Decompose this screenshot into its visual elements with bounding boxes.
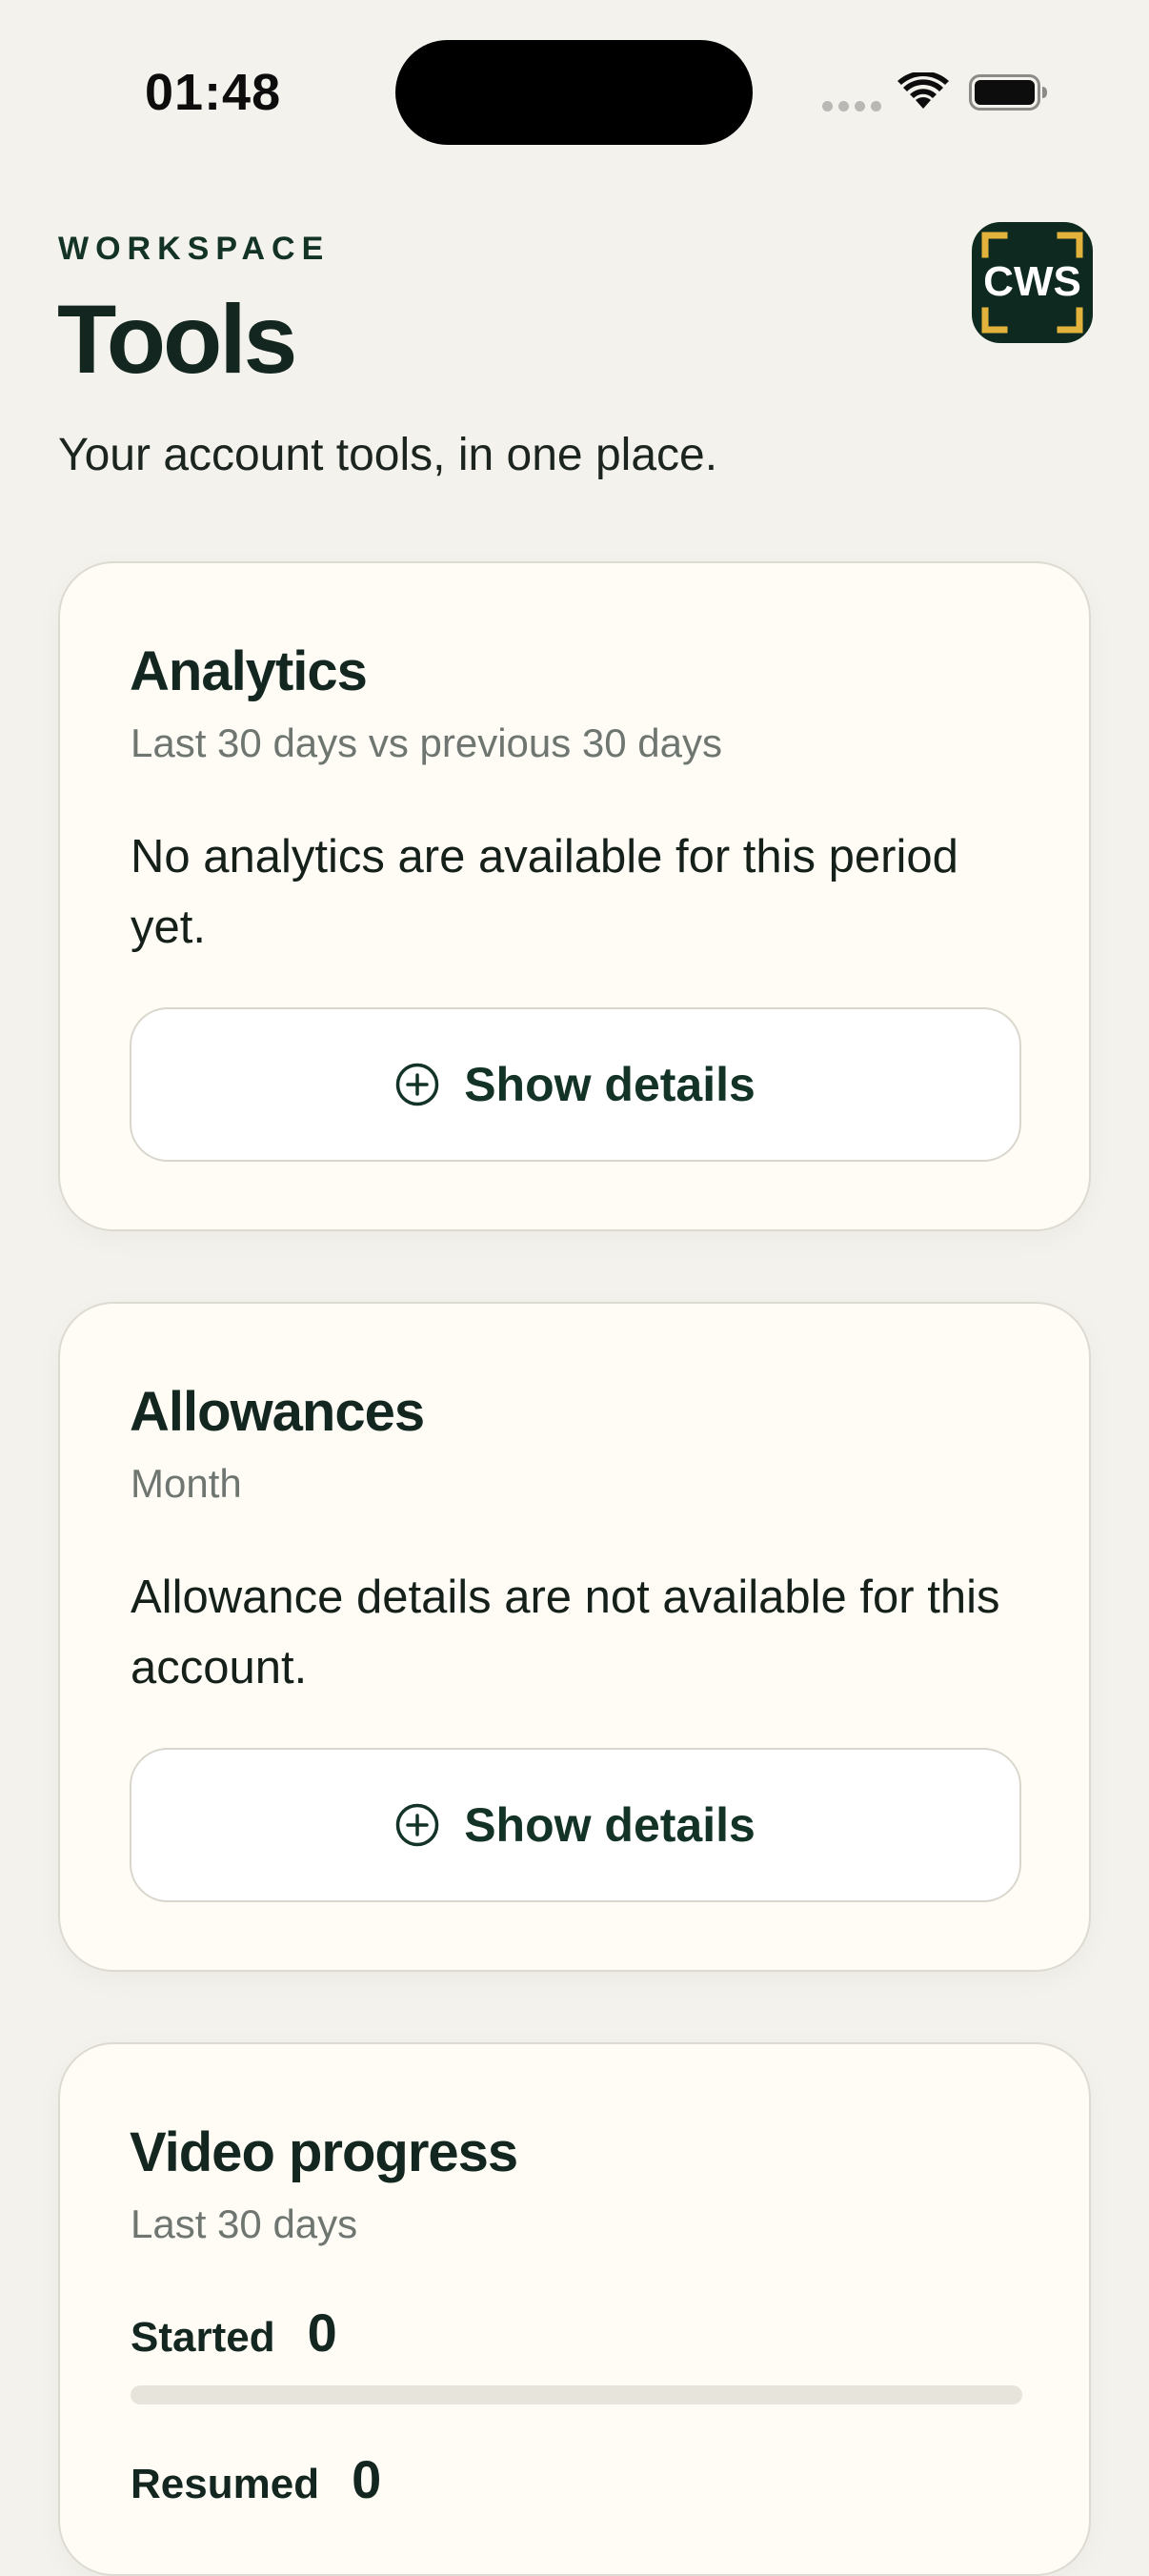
metric-label: Resumed	[131, 2461, 320, 2507]
card-subtitle: Last 30 days	[131, 2201, 358, 2246]
allowances-show-details-button[interactable]: Show details	[130, 1748, 1021, 1902]
card-title: Allowances	[130, 1381, 425, 1443]
status-time: 01:48	[145, 64, 282, 121]
started-progress-bar	[131, 2385, 1022, 2404]
metric-value: 0	[307, 2302, 337, 2363]
metric-value: 0	[352, 2449, 382, 2509]
card-title: Analytics	[130, 640, 368, 702]
metric-started: Started 0	[131, 2302, 337, 2363]
card-subtitle: Last 30 days vs previous 30 days	[131, 720, 723, 765]
app-logo[interactable]: CWS	[972, 222, 1093, 343]
plus-circle-icon	[395, 1063, 439, 1106]
card-message: No analytics are available for this peri…	[131, 831, 958, 953]
cellular-signal-icon	[822, 101, 881, 112]
logo-text: CWS	[983, 258, 1081, 305]
video-progress-card: Video progress Last 30 days Started 0 Re…	[58, 2042, 1091, 2576]
card-message: Allowance details are not available for …	[131, 1572, 1000, 1694]
metric-label: Started	[131, 2314, 275, 2361]
page-subtitle: Your account tools, in one place.	[58, 430, 718, 480]
section-eyebrow: WORKSPACE	[58, 231, 331, 267]
battery-icon	[969, 74, 1047, 111]
plus-circle-icon	[395, 1803, 439, 1847]
status-bar: 01:48	[0, 0, 1149, 186]
dynamic-island	[395, 40, 753, 145]
button-label: Show details	[464, 1058, 756, 1111]
card-subtitle: Month	[131, 1461, 242, 1506]
analytics-show-details-button[interactable]: Show details	[130, 1007, 1021, 1162]
metric-resumed: Resumed 0	[131, 2448, 381, 2510]
allowances-card: Allowances Month Allowance details are n…	[58, 1302, 1091, 1972]
wifi-icon	[897, 72, 949, 109]
page-title: Tools	[57, 285, 297, 394]
button-label: Show details	[464, 1798, 756, 1852]
card-title: Video progress	[130, 2121, 518, 2183]
analytics-card: Analytics Last 30 days vs previous 30 da…	[58, 561, 1091, 1231]
